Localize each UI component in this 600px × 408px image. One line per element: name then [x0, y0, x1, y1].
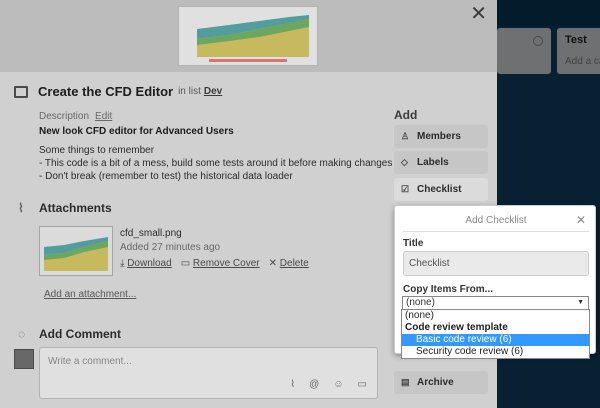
- attachment-added-time: Added 27 minutes ago: [120, 242, 221, 253]
- in-list-label: in list: [178, 86, 201, 97]
- archive-icon: ▤: [401, 377, 410, 387]
- dropdown-option[interactable]: Basic code review (6): [402, 334, 589, 346]
- speech-bubble-icon: ◌: [18, 327, 26, 341]
- archive-button[interactable]: ▤ Archive: [394, 371, 488, 394]
- close-icon: ✕: [268, 258, 280, 269]
- comment-placeholder: Write a comment...: [48, 356, 132, 367]
- edit-description-link[interactable]: Edit: [95, 111, 112, 122]
- description-body: Some things to remember - This code is a…: [39, 144, 392, 183]
- comment-input[interactable]: Write a comment... ⌇ @ ☺ ▭: [39, 347, 378, 399]
- delete-link[interactable]: ✕ Delete: [269, 258, 309, 269]
- description-line: - Don't break (remember to test) the his…: [39, 171, 293, 182]
- members-button[interactable]: ♙ Members: [394, 125, 488, 148]
- description-line: - This code is a bit of a mess, build so…: [39, 158, 393, 169]
- paperclip-icon: ⌇: [18, 201, 24, 215]
- attachments-heading-text: Attachments: [39, 201, 112, 215]
- popover-divider: [403, 231, 589, 232]
- archive-label: Archive: [417, 377, 454, 388]
- copy-items-dropdown: (none) Code review template Basic code r…: [401, 309, 590, 359]
- remove-cover-link[interactable]: ▭ Remove Cover: [181, 258, 260, 269]
- delete-label: Delete: [279, 258, 309, 269]
- checklist-button[interactable]: ☑ Checklist: [394, 178, 488, 201]
- description-label: Description Edit: [39, 111, 112, 122]
- add-comment-heading: ◌ Add Comment: [18, 327, 121, 341]
- card-cover: [0, 0, 497, 72]
- checklist-title-input[interactable]: Checklist: [403, 251, 589, 276]
- at-icon[interactable]: @: [309, 379, 319, 390]
- smiley-icon[interactable]: ☺: [333, 379, 343, 390]
- tag-icon: ◇: [401, 157, 408, 167]
- card-icon: ▭: [180, 258, 193, 269]
- dropdown-option[interactable]: (none): [402, 310, 589, 322]
- popover-title: Add Checklist: [465, 215, 527, 226]
- add-heading: Add: [394, 108, 418, 122]
- description-line: Some things to remember: [39, 145, 155, 156]
- checklist-label: Checklist: [417, 184, 462, 195]
- copy-items-label: Copy Items From...: [403, 284, 494, 295]
- card-title-row: Create the CFD Editor in list Dev: [14, 84, 222, 99]
- checkbox-icon: ☑: [401, 184, 410, 194]
- add-attachment-link[interactable]: Add an attachment...: [44, 289, 136, 300]
- title-label: Title: [403, 238, 424, 249]
- labels-button[interactable]: ◇ Labels: [394, 151, 488, 174]
- description-heading: New look CFD editor for Advanced Users: [39, 126, 234, 137]
- dropdown-option[interactable]: Security code review (6): [402, 346, 589, 358]
- paperclip-icon[interactable]: ⌇: [290, 379, 295, 390]
- select-value: (none): [406, 297, 435, 308]
- download-label: Download: [127, 258, 172, 269]
- add-comment-heading-text: Add Comment: [39, 327, 121, 341]
- close-icon[interactable]: ✕: [470, 4, 487, 24]
- download-link[interactable]: ⤓ Download: [120, 258, 172, 269]
- card-icon[interactable]: ▭: [358, 379, 367, 390]
- chevron-down-icon: ▼: [577, 299, 584, 306]
- person-icon: ♙: [401, 131, 410, 141]
- labels-label: Labels: [417, 157, 449, 168]
- card-title[interactable]: Create the CFD Editor: [38, 84, 173, 99]
- card-icon: [14, 85, 28, 98]
- avatar[interactable]: [14, 349, 34, 369]
- attachment-filename[interactable]: cfd_small.png: [120, 228, 182, 239]
- dropdown-group: Code review template: [405, 322, 508, 333]
- remove-cover-label: Remove Cover: [192, 258, 260, 269]
- description-label-text: Description: [39, 111, 90, 122]
- attachment-actions: ⤓ Download ▭ Remove Cover ✕ Delete: [120, 258, 309, 269]
- members-label: Members: [417, 131, 461, 142]
- list-link[interactable]: Dev: [204, 86, 222, 97]
- comment-toolbar: ⌇ @ ☺ ▭: [290, 379, 367, 390]
- copy-items-select[interactable]: (none) ▼: [402, 296, 589, 310]
- attachment-thumbnail[interactable]: [39, 226, 113, 276]
- cover-image: [178, 6, 318, 66]
- attachments-heading: ⌇ Attachments: [18, 201, 112, 215]
- close-icon[interactable]: ✕: [576, 213, 586, 227]
